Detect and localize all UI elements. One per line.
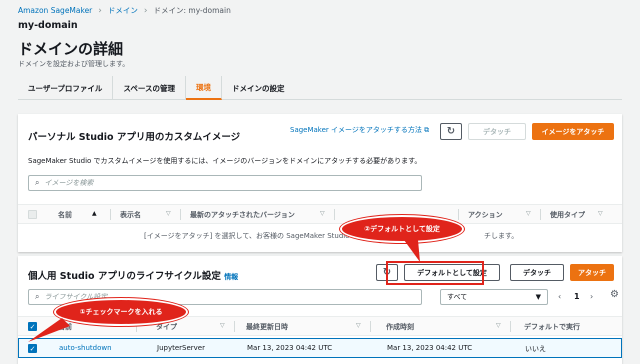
tab-user-profiles[interactable]: ユーザープロファイル bbox=[18, 76, 114, 100]
column-last-modified[interactable]: 最終更新日時 bbox=[246, 322, 288, 332]
search-icon: ⌕ bbox=[35, 178, 40, 187]
column-divider bbox=[180, 209, 181, 220]
lifecycle-title: 個人用 Studio アプリのライフサイクル設定 情報 bbox=[28, 268, 238, 282]
column-created[interactable]: 作成時刻 bbox=[386, 322, 414, 332]
tab-domain-settings[interactable]: ドメインの設定 bbox=[222, 76, 295, 100]
breadcrumb-sagemaker[interactable]: Amazon SageMaker bbox=[18, 6, 92, 15]
custom-images-description: SageMaker Studio でカスタムイメージを使用するには、イメージのバ… bbox=[28, 157, 422, 165]
column-divider bbox=[458, 209, 459, 220]
column-divider bbox=[110, 209, 111, 220]
images-table-header: 名前 ▲ 表示名 ▽ 最新のアタッチされたバージョン ▽ アクション ▽ 使用タ… bbox=[18, 204, 622, 224]
column-usage-type[interactable]: 使用タイプ bbox=[550, 210, 585, 220]
tab-space-management[interactable]: スペースの管理 bbox=[113, 76, 187, 100]
domain-name: my-domain bbox=[18, 20, 78, 31]
breadcrumb-current: ドメイン: my-domain bbox=[153, 6, 231, 15]
column-divider bbox=[540, 209, 541, 220]
refresh-icon: ↻ bbox=[446, 126, 456, 137]
column-divider bbox=[510, 321, 511, 332]
refresh-images-button[interactable]: ↻ bbox=[440, 123, 462, 140]
info-link[interactable]: 情報 bbox=[224, 273, 238, 281]
lifecycle-default: いいえ bbox=[525, 345, 546, 353]
lifecycle-type: JupyterServer bbox=[157, 344, 205, 352]
chevron-right-icon: › bbox=[98, 5, 102, 16]
custom-images-title: パーソナル Studio アプリ用のカスタムイメージ bbox=[28, 132, 241, 143]
sort-icon: ▽ bbox=[356, 322, 361, 329]
attach-image-help-link[interactable]: SageMaker イメージをアタッチする方法 ⧉ bbox=[290, 125, 429, 135]
annotation-checkmark: ①チェックマークを入れる bbox=[54, 298, 188, 326]
breadcrumb-domains[interactable]: ドメイン bbox=[108, 5, 138, 16]
sort-icon: ▽ bbox=[496, 322, 501, 329]
annotation-arrow bbox=[404, 240, 420, 262]
filter-value: すべて bbox=[447, 293, 468, 301]
lifecycle-filter-select[interactable]: すべて ▼ bbox=[440, 289, 548, 305]
column-run-by-default[interactable]: デフォルトで実行 bbox=[524, 322, 580, 332]
image-search-placeholder: イメージを検索 bbox=[44, 179, 94, 187]
select-all-images-checkbox[interactable] bbox=[28, 210, 37, 219]
breadcrumb: Amazon SageMaker › ドメイン › ドメイン: my-domai… bbox=[18, 5, 231, 16]
external-link-icon: ⧉ bbox=[424, 126, 430, 134]
row-checkbox[interactable]: ✓ bbox=[28, 344, 37, 353]
custom-images-panel: パーソナル Studio アプリ用のカスタムイメージ SageMaker イメー… bbox=[18, 114, 622, 252]
attach-image-button[interactable]: イメージをアタッチ bbox=[532, 123, 614, 140]
sort-icon: ▽ bbox=[220, 322, 225, 329]
attach-lifecycle-button[interactable]: アタッチ bbox=[570, 264, 614, 281]
column-divider bbox=[234, 321, 235, 332]
column-name[interactable]: 名前 bbox=[58, 210, 72, 220]
sort-icon: ▽ bbox=[166, 210, 171, 217]
set-default-highlight bbox=[386, 261, 484, 285]
annotation-arrow bbox=[28, 318, 70, 342]
column-display-name[interactable]: 表示名 bbox=[120, 210, 141, 220]
search-icon: ⌕ bbox=[35, 292, 40, 301]
column-latest-version[interactable]: 最新のアタッチされたバージョン bbox=[190, 210, 295, 220]
column-divider bbox=[370, 321, 371, 332]
settings-gear-icon[interactable]: ⚙ bbox=[610, 289, 619, 300]
detach-lifecycle-button[interactable]: デタッチ bbox=[510, 264, 564, 281]
empty-state-message-left: [イメージをアタッチ] を選択して、お客様の SageMaker Studio bbox=[144, 232, 350, 240]
help-link-label: SageMaker イメージをアタッチする方法 bbox=[290, 126, 422, 134]
lifecycle-created: Mar 13, 2023 04:42 UTC bbox=[387, 344, 473, 352]
column-divider bbox=[334, 209, 335, 220]
caret-down-icon: ▼ bbox=[535, 293, 541, 301]
next-page-button[interactable]: › bbox=[590, 292, 593, 301]
chevron-right-icon: › bbox=[143, 5, 148, 16]
page-description: ドメインを設定および管理します。 bbox=[18, 60, 130, 68]
sort-icon: ▽ bbox=[320, 210, 325, 217]
column-action[interactable]: アクション bbox=[468, 210, 503, 220]
table-row[interactable]: ✓ auto-shutdown JupyterServer Mar 13, 20… bbox=[18, 338, 622, 358]
current-page[interactable]: 1 bbox=[574, 292, 580, 301]
lifecycle-title-text: 個人用 Studio アプリのライフサイクル設定 bbox=[28, 271, 221, 282]
annotation-set-default: ②デフォルトとして設定 bbox=[340, 215, 464, 243]
sort-ascending-icon: ▲ bbox=[92, 210, 97, 217]
lifecycle-name-link[interactable]: auto-shutdown bbox=[59, 344, 112, 352]
lifecycle-updated: Mar 13, 2023 04:42 UTC bbox=[247, 344, 333, 352]
previous-page-button[interactable]: ‹ bbox=[558, 292, 561, 301]
tab-environment[interactable]: 環境 bbox=[186, 76, 223, 100]
page-title: ドメインの詳細 bbox=[18, 40, 124, 58]
tab-bar: ユーザープロファイル スペースの管理 環境 ドメインの設定 bbox=[18, 76, 622, 100]
image-search-input[interactable]: ⌕ イメージを検索 bbox=[28, 175, 422, 191]
sort-icon: ▽ bbox=[598, 210, 603, 217]
sort-icon: ▽ bbox=[526, 210, 531, 217]
empty-state-message-right: チします。 bbox=[484, 232, 519, 240]
detach-image-button[interactable]: デタッチ bbox=[468, 123, 526, 140]
